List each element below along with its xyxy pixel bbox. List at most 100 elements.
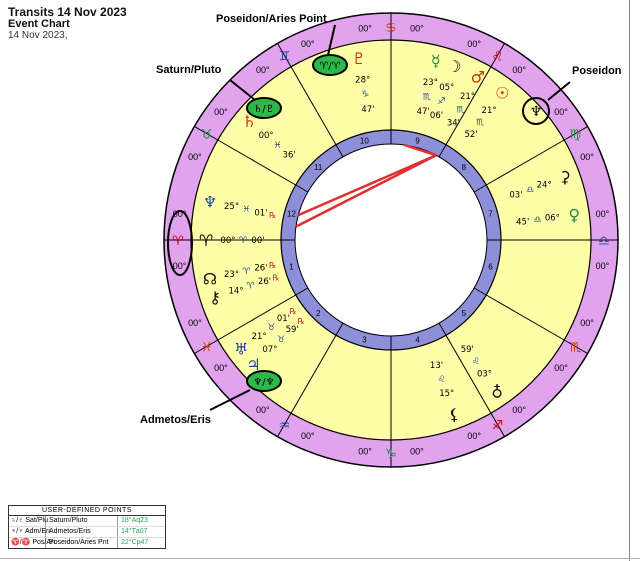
planet-degree: 00°	[220, 236, 235, 246]
house-number: 5	[462, 309, 467, 318]
house-number: 3	[362, 335, 367, 344]
planet-degree: 00°	[259, 131, 274, 141]
planet-sign: ♈	[239, 236, 248, 246]
callout-label: Saturn/Pluto	[156, 64, 222, 76]
cusp-degree: 00°	[358, 24, 372, 34]
zodiac-glyph: ♓	[201, 341, 213, 356]
cusp-degree: 00°	[301, 431, 315, 441]
udp-name: Admetos/Eris	[46, 527, 118, 537]
planet-minute: 26'	[258, 277, 271, 287]
planet-glyph: ☊	[203, 269, 217, 288]
retrograde-marker: ℞	[290, 307, 297, 316]
zodiac-glyph: ♎	[598, 234, 610, 249]
house-number: 1	[289, 263, 294, 272]
planet-sign: ♉	[267, 323, 275, 333]
cusp-degree: 00°	[173, 261, 187, 271]
planet-minute: 45'	[516, 217, 529, 227]
house-number: 2	[316, 309, 321, 318]
planet-sign: ♈	[242, 267, 251, 277]
planet-sign: ♎	[526, 185, 534, 195]
planet-degree: 23°	[423, 78, 438, 88]
udp-abbr: ♆/♆ Adm/Eri	[11, 527, 50, 537]
cusp-degree: 00°	[596, 261, 610, 271]
planet-glyph: ♀	[568, 205, 580, 224]
cusp-degree: 00°	[467, 431, 481, 441]
cusp-degree: 00°	[410, 24, 424, 34]
planet-degree: 25°	[224, 202, 239, 212]
planet-minute: 01'	[277, 314, 290, 324]
planet-degree: 21°	[252, 332, 267, 342]
zodiac-glyph: ♏	[570, 341, 582, 356]
udp-name: Poseidon/Aries Pnt	[46, 538, 118, 548]
planet-degree: 07°	[262, 345, 277, 355]
planet-glyph: ⚷	[209, 288, 221, 307]
planet-sign: ♈	[246, 282, 255, 292]
retrograde-marker: ℞	[269, 261, 276, 270]
udp-row: ♈/♈ Pos/Ari Poseidon/Aries Pnt 22°Cp47	[9, 538, 165, 548]
planet-sign: ♐	[438, 97, 446, 107]
udp-position: 14°Tа07	[121, 528, 148, 535]
callout-label: Admetos/Eris	[140, 414, 211, 426]
callout-symbol: ♆	[530, 104, 543, 120]
planet-degree: 05°	[439, 83, 454, 93]
house-number: 11	[314, 163, 323, 172]
house-number: 12	[287, 209, 296, 218]
callout-label: Poseidon	[572, 65, 622, 77]
udp-position: 18°Aq23	[121, 517, 148, 524]
planet-sign: ♏	[423, 92, 431, 102]
planet-minute: 34'	[447, 119, 460, 129]
zodiac-glyph: ♒	[279, 418, 291, 433]
house-number: 10	[360, 137, 369, 146]
cusp-degree: 00°	[554, 107, 568, 117]
callout-symbol: ♈/♈	[319, 61, 340, 72]
cusp-degree: 00°	[188, 318, 202, 328]
planet-glyph: ♆	[203, 193, 217, 212]
planet-sign: ♏	[476, 118, 484, 128]
window-edge-bottom	[0, 558, 640, 559]
planet-degree: 03°	[477, 370, 492, 380]
planet-degree: 23°	[224, 270, 239, 280]
cusp-degree: 00°	[512, 405, 526, 415]
cusp-degree: 00°	[410, 446, 424, 456]
cusp-degree: 00°	[188, 152, 202, 162]
house-number: 7	[488, 209, 493, 218]
cusp-degree: 00°	[467, 39, 481, 49]
house-number: 9	[415, 137, 420, 146]
planet-glyph: ♁	[491, 383, 503, 402]
planet-minute: 52'	[464, 130, 477, 140]
zodiac-glyph: ♐	[492, 418, 504, 433]
user-defined-points-table: USER-DEFINED POINTS ♄/♇ Sat/Plu Saturn/P…	[8, 505, 166, 549]
planet-glyph: ⚳	[559, 168, 571, 187]
planet-minute: 59'	[286, 325, 299, 335]
planet-sign: ♌	[472, 357, 480, 367]
planet-sign: ♉	[277, 335, 285, 345]
zodiac-glyph: ♋	[385, 21, 397, 36]
udp-row: ♄/♇ Sat/Plu Saturn/Pluto 18°Aq23	[9, 516, 165, 527]
retrograde-marker: ℞	[297, 317, 304, 326]
callout-symbol: ♄/♇	[253, 104, 274, 115]
udp-abbr: ♄/♇ Sat/Plu	[11, 516, 48, 526]
cusp-degree: 00°	[358, 446, 372, 456]
cusp-degree: 00°	[580, 318, 594, 328]
retrograde-marker: ℞	[272, 273, 279, 282]
cusp-degree: 00°	[214, 107, 228, 117]
planet-glyph: ☿	[431, 51, 441, 70]
retrograde-marker: ℞	[269, 211, 276, 220]
cusp-degree: 00°	[256, 65, 270, 75]
house-number: 4	[415, 335, 420, 344]
planet-glyph: ♂	[471, 68, 485, 87]
zodiac-glyph: ♉	[201, 128, 213, 143]
udp-title: USER-DEFINED POINTS	[9, 506, 165, 516]
udp-row: ♆/♆ Adm/Eri Admetos/Eris 14°Tа07	[9, 527, 165, 538]
udp-position: 22°Cp47	[121, 539, 149, 546]
planet-degree: 15°	[439, 389, 454, 399]
cusp-degree: 00°	[580, 152, 594, 162]
udp-name: Saturn/Pluto	[46, 516, 118, 526]
planet-glyph: ☽	[447, 57, 461, 76]
cusp-degree: 00°	[596, 209, 610, 219]
cusp-degree: 00°	[554, 363, 568, 373]
planet-glyph: ☉	[495, 83, 509, 102]
planet-degree: 06°	[545, 213, 560, 223]
planet-minute: 00'	[251, 236, 264, 246]
planet-sign: ♎	[534, 215, 542, 225]
